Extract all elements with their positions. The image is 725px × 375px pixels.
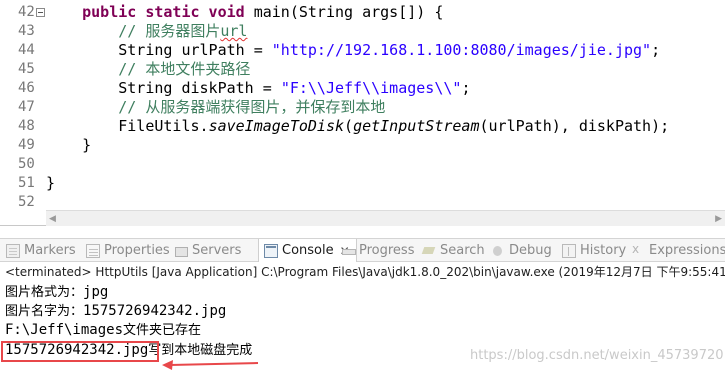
- gutter-line: 42: [0, 3, 46, 22]
- code-token: public static void: [82, 3, 245, 21]
- line-number: 45: [18, 61, 35, 77]
- tab-label: Search: [440, 243, 485, 258]
- gutter-line: 52: [0, 193, 46, 212]
- line-number: 43: [18, 23, 35, 39]
- code-token: }: [46, 174, 56, 192]
- console-output-value: jpg: [83, 284, 109, 300]
- gutter-line: 48: [0, 117, 46, 136]
- code-token: ;: [461, 79, 471, 97]
- editor-horizontal-scrollbar[interactable]: ◀ ▶: [46, 210, 725, 226]
- line-number: 46: [18, 80, 35, 96]
- line-number: 44: [18, 42, 35, 58]
- tab-label: Markers: [24, 243, 76, 258]
- line-number: 42: [18, 4, 35, 20]
- tab-progress[interactable]: Progress: [341, 239, 414, 262]
- tab-servers[interactable]: Servers: [174, 239, 241, 262]
- console-icon: [264, 243, 278, 258]
- code-line[interactable]: }: [46, 136, 91, 155]
- code-token: String urlPath =: [46, 41, 272, 59]
- code-line[interactable]: // 从服务器端获得图片，并保存到本地: [46, 98, 385, 117]
- expressions-icon: [631, 242, 645, 258]
- code-editor[interactable]: 42 public static void main(String args[]…: [0, 0, 725, 226]
- tab-expressions[interactable]: Expressions: [631, 239, 725, 262]
- console-output-prefix: 图片格式为：: [5, 285, 84, 300]
- gutter-line: 51: [0, 174, 46, 193]
- watermark: https://blog.csdn.net/weixin_45739720: [470, 348, 724, 363]
- code-line[interactable]: String diskPath = "F:\\Jeff\\images\\";: [46, 79, 470, 98]
- line-number: 51: [18, 175, 35, 191]
- code-token: url: [220, 22, 248, 40]
- code-line[interactable]: // 本地文件夹路径: [46, 60, 250, 79]
- code-token: ;: [651, 41, 661, 59]
- tab-label: Expressions: [649, 243, 725, 258]
- tab-properties[interactable]: Properties: [86, 239, 170, 262]
- code-token: // 服务器图片: [118, 22, 221, 40]
- highlight-annotation-box: [1, 341, 159, 362]
- code-token: (urlPath), diskPath);: [479, 117, 670, 135]
- code-token: FileUtils.: [46, 117, 209, 135]
- line-number: 52: [18, 194, 35, 210]
- code-line[interactable]: // 服务器图片url: [46, 22, 247, 41]
- tab-label: Progress: [359, 243, 415, 258]
- code-token: }: [46, 136, 92, 154]
- console-output-prefix: 图片名字为：: [5, 304, 84, 319]
- properties-icon: [86, 243, 100, 258]
- code-token: main(String args[]) {: [244, 3, 444, 21]
- annotation-arrow-icon: [162, 360, 259, 370]
- console-output-value: 1575726942342.jpg: [83, 303, 227, 319]
- line-number: 49: [18, 137, 35, 153]
- gutter-line: 45: [0, 60, 46, 79]
- tab-label: History: [580, 243, 627, 258]
- scroll-right-icon[interactable]: ▶: [715, 214, 722, 224]
- code-token: saveImageToDisk: [208, 117, 345, 135]
- gutter-line: 50: [0, 155, 46, 174]
- line-number: 50: [18, 156, 35, 172]
- code-line[interactable]: }: [46, 174, 55, 193]
- tab-label: Debug: [509, 243, 552, 258]
- code-token: "F:\\Jeff\\images\\": [280, 79, 462, 97]
- collapse-icon[interactable]: [36, 8, 45, 17]
- tab-search[interactable]: Search: [422, 239, 485, 262]
- code-token: // 从服务器端获得图片，并保存到本地: [118, 98, 386, 116]
- tab-debug[interactable]: Debug: [491, 239, 552, 262]
- tab-markers[interactable]: Markers: [6, 239, 76, 262]
- code-token: // 本地文件夹路径: [118, 60, 251, 78]
- console-output-line: F:\Jeff\images文件夹已存在: [5, 321, 201, 340]
- code-token: String diskPath =: [46, 79, 281, 97]
- tab-history[interactable]: History: [562, 239, 626, 262]
- tab-label: Properties: [104, 243, 170, 258]
- console-output-value: F:\Jeff\images: [5, 322, 124, 338]
- console-output-suffix: 文件夹已存在: [123, 323, 202, 338]
- markers-icon: [6, 243, 20, 258]
- views-tab-bar: Markers Properties Servers Console ✕ Progress…: [0, 238, 725, 262]
- progress-icon: [341, 244, 356, 258]
- history-icon: [562, 243, 576, 258]
- scroll-left-icon[interactable]: ◀: [49, 214, 56, 224]
- code-token: getInputStream: [353, 117, 480, 135]
- line-number: 47: [18, 99, 35, 115]
- console-output-line: 图片名字为：1575726942342.jpg: [5, 302, 226, 321]
- search-icon: [422, 244, 436, 258]
- gutter-line: 43: [0, 22, 46, 41]
- gutter-line: 47: [0, 98, 46, 117]
- servers-icon: [174, 244, 188, 258]
- gutter-line: 46: [0, 79, 46, 98]
- gutter-line: 44: [0, 41, 46, 60]
- code-token: "http://192.168.1.100:8080/images/jie.jp…: [271, 41, 652, 59]
- tab-label: Servers: [192, 243, 242, 258]
- code-line[interactable]: public static void main(String args[]) {: [46, 3, 443, 22]
- console-output-line: 图片格式为：jpg: [5, 283, 108, 302]
- code-line[interactable]: FileUtils.saveImageToDisk(getInputStream…: [46, 117, 669, 136]
- line-number: 48: [18, 118, 35, 134]
- debug-icon: [491, 244, 505, 258]
- code-token: (: [344, 117, 354, 135]
- code-line[interactable]: String urlPath = "http://192.168.1.100:8…: [46, 41, 660, 60]
- gutter-line: 49: [0, 136, 46, 155]
- console-status-line: <terminated> HttpUtils [Java Application…: [5, 265, 725, 279]
- tab-label: Console: [282, 243, 334, 258]
